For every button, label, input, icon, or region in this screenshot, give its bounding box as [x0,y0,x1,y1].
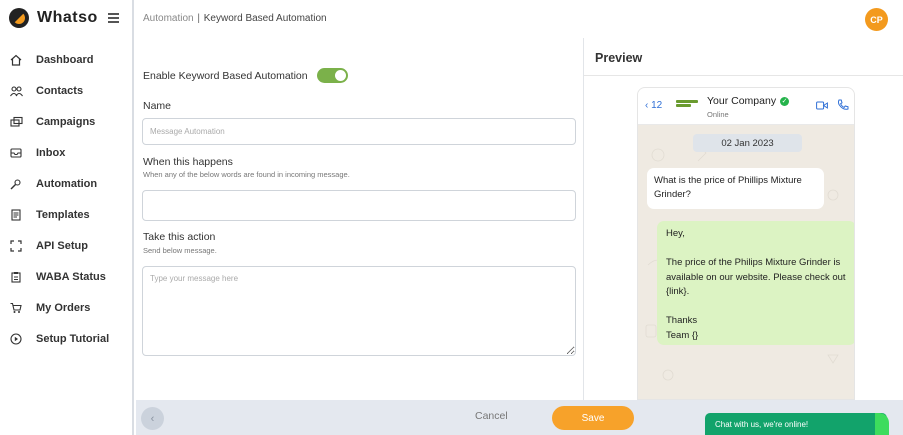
company-logo-icon [676,100,698,110]
date-chip: 02 Jan 2023 [693,134,802,152]
incoming-message-bubble: What is the price of Phillips Mixture Gr… [647,168,824,209]
trigger-hint: When any of the below words are found in… [143,170,350,179]
play-icon [9,332,23,346]
cancel-button[interactable]: Cancel [475,410,508,422]
brand[interactable]: Whatso [9,8,98,28]
video-call-icon[interactable] [816,101,828,110]
inbox-icon [9,146,23,160]
brand-logo-icon [9,8,29,28]
live-chat-widget[interactable]: Chat with us, we're online! [705,413,889,435]
top-header: Automation | Keyword Based Automation CP [136,0,903,38]
back-count: 12 [651,100,663,111]
brand-name: Whatso [37,9,98,26]
hamburger-menu-icon[interactable] [108,13,119,25]
keywords-input[interactable] [142,190,576,221]
automation-form: Enable Keyword Based Automation Name Whe… [136,38,583,400]
breadcrumb: Automation | Keyword Based Automation [143,13,327,24]
sidebar-item-my-orders[interactable]: My Orders [0,292,132,323]
sidebar-item-dashboard[interactable]: Dashboard [0,44,132,75]
name-label: Name [143,100,172,112]
waba-icon [9,270,23,284]
outgoing-message-bubble: Hey, The price of the Philips Mixture Gr… [657,221,854,345]
breadcrumb-separator: | [197,13,200,24]
sidebar-item-contacts[interactable]: Contacts [0,75,132,106]
phone-mockup: ‹ 12 Your Company ✓ Online 02 Jan 2023 W… [637,87,855,400]
sidebar-item-label: Inbox [36,146,66,159]
previous-page-button[interactable]: ‹ [141,407,164,430]
sidebar-item-setup-tutorial[interactable]: Setup Tutorial [0,323,132,354]
name-input[interactable] [142,118,576,145]
app-root: Whatso Dashboard Contacts Campaigns Inbo… [0,0,903,435]
action-hint: Send below message. [143,246,217,255]
breadcrumb-current: Keyword Based Automation [203,13,327,24]
campaigns-icon [9,115,23,129]
breadcrumb-parent[interactable]: Automation [143,13,194,24]
api-icon [9,239,23,253]
sidebar-item-label: API Setup [36,239,88,252]
message-textarea[interactable] [142,266,576,356]
chat-header: ‹ 12 Your Company ✓ Online [638,88,854,125]
enable-toggle-row: Enable Keyword Based Automation [143,68,348,83]
online-status: Online [707,110,729,119]
sidebar-item-label: Setup Tutorial [36,332,110,345]
sidebar-item-waba-status[interactable]: WABA Status [0,261,132,292]
sidebar-item-label: Campaigns [36,115,96,128]
enable-toggle-label: Enable Keyword Based Automation [143,69,308,82]
sidebar-item-label: Templates [36,208,90,221]
sidebar-item-templates[interactable]: Templates [0,199,132,230]
sidebar-item-label: WABA Status [36,270,106,283]
preview-title: Preview [595,51,643,65]
action-label: Take this action [143,231,216,243]
sidebar-item-label: Dashboard [36,53,94,66]
sidebar-item-api-setup[interactable]: API Setup [0,230,132,261]
sidebar-item-label: Contacts [36,84,84,97]
back-button[interactable]: ‹ 12 [645,100,662,111]
cart-icon [9,301,23,315]
sidebar: Whatso Dashboard Contacts Campaigns Inbo… [0,0,134,435]
preview-panel: Preview ‹ 12 Your Company ✓ Online 02 Ja… [583,38,903,400]
live-chat-label: Chat with us, we're online! [715,419,809,429]
contacts-icon [9,84,23,98]
company-name-row: Your Company ✓ [707,95,790,107]
save-button[interactable]: Save [552,406,634,430]
sidebar-item-automation[interactable]: Automation [0,168,132,199]
templates-icon [9,208,23,222]
sidebar-item-label: My Orders [36,301,91,314]
sidebar-item-label: Automation [36,177,98,190]
enable-automation-toggle[interactable] [316,68,348,83]
company-name: Your Company [707,95,777,107]
home-icon [9,53,23,67]
verified-badge-icon: ✓ [780,96,790,106]
sidebar-item-inbox[interactable]: Inbox [0,137,132,168]
automation-icon [9,177,23,191]
avatar[interactable]: CP [865,8,888,31]
sidebar-nav: Dashboard Contacts Campaigns Inbox Autom… [0,44,132,354]
phone-call-icon[interactable] [837,99,849,111]
preview-divider [584,75,903,76]
sidebar-item-campaigns[interactable]: Campaigns [0,106,132,137]
trigger-label: When this happens [143,156,233,168]
